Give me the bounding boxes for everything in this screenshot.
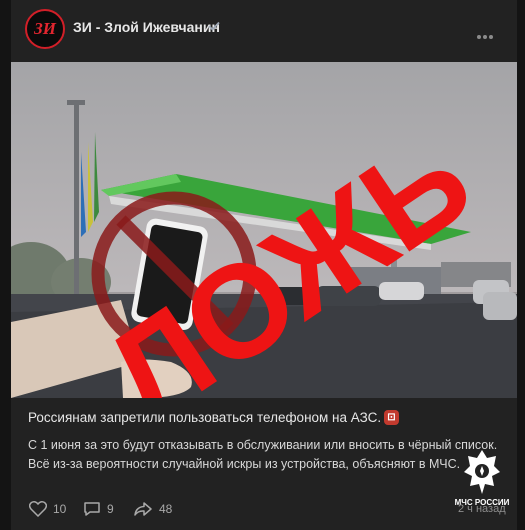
post-header: ЗИ ЗИ - Злой Ижевчанин — [11, 0, 517, 58]
post-title: Россиянам запретили пользоваться телефон… — [28, 410, 382, 425]
red-label-icon: ⊡ — [384, 410, 399, 425]
share-button[interactable]: 48 — [133, 501, 172, 517]
comment-icon — [84, 502, 100, 516]
post-image[interactable]: ЛОЖЬ — [11, 62, 517, 398]
share-icon — [134, 502, 152, 516]
gas-station-photo: ЛОЖЬ — [11, 62, 517, 398]
verified-check-icon — [208, 21, 220, 31]
mchs-emblem-icon — [464, 450, 500, 494]
comment-count: 9 — [107, 502, 114, 516]
post-time: 2 ч назад — [458, 503, 506, 515]
author-name[interactable]: ЗИ - Злой Ижевчанин — [73, 19, 220, 35]
like-button[interactable]: 10 — [29, 501, 66, 517]
comment-button[interactable]: 9 — [83, 501, 114, 517]
post-body: С 1 июня за это будут отказывать в обслу… — [28, 438, 498, 471]
like-count: 10 — [53, 502, 67, 516]
post-card: ЗИ ЗИ - Злой Ижевчанин ЛОЖЬ Россиянам за… — [11, 0, 517, 530]
share-count: 48 — [159, 502, 173, 516]
heart-icon — [29, 501, 47, 517]
avatar[interactable]: ЗИ — [25, 9, 65, 49]
more-options-icon[interactable] — [477, 26, 495, 44]
